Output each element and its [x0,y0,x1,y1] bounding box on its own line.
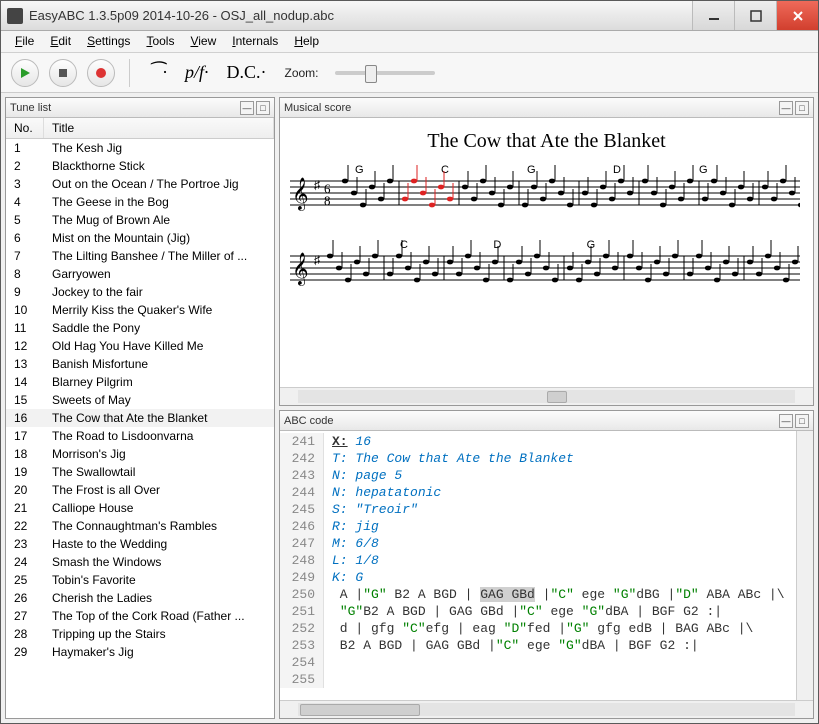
list-item[interactable]: 11Saddle the Pony [6,319,274,337]
panel-title: ABC code [284,415,334,427]
list-item[interactable]: 20The Frost is all Over [6,481,274,499]
panel-min-icon[interactable]: — [779,414,793,428]
menu-bar: FileEditSettingsToolsViewInternalsHelp [1,31,818,53]
svg-text:G: G [527,164,536,176]
menu-edit[interactable]: Edit [42,31,79,52]
list-item[interactable]: 29Haymaker's Jig [6,643,274,661]
tune-list-panel: Tune list — □ No. Title 1The Kesh Jig2Bl… [5,97,275,719]
svg-text:♯: ♯ [314,178,320,192]
score-panel: Musical score — □ The Cow that Ate the B… [279,97,814,406]
zoom-slider[interactable] [335,71,435,75]
code-hscroll[interactable] [280,700,813,718]
panel-title: Tune list [10,102,51,114]
window-title: EasyABC 1.3.5p09 2014-10-26 - OSJ_all_no… [29,8,692,23]
list-item[interactable]: 21Calliope House [6,499,274,517]
list-header[interactable]: No. Title [6,118,274,139]
code-header[interactable]: ABC code — □ [280,411,813,431]
menu-help[interactable]: Help [286,31,327,52]
svg-text:8: 8 [324,193,331,208]
svg-text:𝄞: 𝄞 [292,253,309,286]
title-bar[interactable]: EasyABC 1.3.5p09 2014-10-26 - OSJ_all_no… [1,1,818,31]
maximize-button[interactable] [734,1,776,30]
menu-internals[interactable]: Internals [224,31,286,52]
list-item[interactable]: 14Blarney Pilgrim [6,373,274,391]
play-button[interactable] [11,59,39,87]
staff: 𝄞 ♯ 68 GCGDG 𝄞 ♯ CDG [280,159,813,317]
list-item[interactable]: 8Garryowen [6,265,274,283]
svg-text:♯: ♯ [314,253,320,267]
tune-list[interactable]: 1The Kesh Jig2Blackthorne Stick3Out on t… [6,139,274,718]
list-item[interactable]: 25Tobin's Favorite [6,571,274,589]
list-item[interactable]: 23Haste to the Wedding [6,535,274,553]
menu-view[interactable]: View [182,31,224,52]
list-item[interactable]: 24Smash the Windows [6,553,274,571]
list-item[interactable]: 5The Mug of Brown Ale [6,211,274,229]
score-header[interactable]: Musical score — □ [280,98,813,118]
score-view[interactable]: The Cow that Ate the Blanket 𝄞 ♯ 68 GCGD… [280,118,813,387]
content-area: Tune list — □ No. Title 1The Kesh Jig2Bl… [1,93,818,723]
panel-max-icon[interactable]: □ [795,101,809,115]
ornament-button[interactable]: ⁀· [144,62,171,83]
code-editor[interactable]: 241X: 16242T: The Cow that Ate the Blank… [280,431,796,700]
menu-file[interactable]: File [7,31,42,52]
svg-text:D: D [493,239,501,251]
scroll-thumb[interactable] [300,704,420,716]
tune-list-header[interactable]: Tune list — □ [6,98,274,118]
code-vscroll[interactable] [796,431,813,700]
panel-title: Musical score [284,102,351,114]
separator [129,59,130,87]
svg-text:C: C [441,164,449,176]
panel-max-icon[interactable]: □ [795,414,809,428]
app-icon [7,8,23,24]
list-item[interactable]: 28Tripping up the Stairs [6,625,274,643]
list-item[interactable]: 15Sweets of May [6,391,274,409]
svg-text:D: D [613,164,621,176]
list-item[interactable]: 27The Top of the Cork Road (Father ... [6,607,274,625]
svg-text:C: C [400,239,408,251]
list-item[interactable]: 13Banish Misfortune [6,355,274,373]
svg-text:G: G [699,164,708,176]
staff-line-2: 𝄞 ♯ CDG [290,234,800,306]
list-item[interactable]: 19The Swallowtail [6,463,274,481]
svg-text:G: G [355,164,364,176]
list-item[interactable]: 7The Lilting Banshee / The Miller of ... [6,247,274,265]
list-item[interactable]: 3Out on the Ocean / The Portroe Jig [6,175,274,193]
dynamics-button[interactable]: p/f· [181,62,213,83]
scroll-thumb[interactable] [547,391,567,403]
list-item[interactable]: 4The Geese in the Bog [6,193,274,211]
score-hscroll[interactable] [280,387,813,405]
zoom-label: Zoom: [284,66,318,80]
list-item[interactable]: 18Morrison's Jig [6,445,274,463]
list-item[interactable]: 6Mist on the Mountain (Jig) [6,229,274,247]
toolbar: ⁀· p/f· D.C.· Zoom: [1,53,818,93]
code-panel: ABC code — □ 241X: 16242T: The Cow that … [279,410,814,719]
list-item[interactable]: 17The Road to Lisdoonvarna [6,427,274,445]
stop-button[interactable] [49,59,77,87]
panel-min-icon[interactable]: — [240,101,254,115]
list-item[interactable]: 10Merrily Kiss the Quaker's Wife [6,301,274,319]
minimize-button[interactable] [692,1,734,30]
record-button[interactable] [87,59,115,87]
col-title[interactable]: Title [44,118,274,138]
menu-settings[interactable]: Settings [79,31,138,52]
col-no[interactable]: No. [6,118,44,138]
list-item[interactable]: 16The Cow that Ate the Blanket [6,409,274,427]
list-item[interactable]: 9Jockey to the fair [6,283,274,301]
staff-line-1: 𝄞 ♯ 68 GCGDG [290,159,800,231]
menu-tools[interactable]: Tools [138,31,182,52]
panel-max-icon[interactable]: □ [256,101,270,115]
score-title: The Cow that Ate the Blanket [280,118,813,159]
list-item[interactable]: 22The Connaughtman's Rambles [6,517,274,535]
list-item[interactable]: 26Cherish the Ladies [6,589,274,607]
panel-min-icon[interactable]: — [779,101,793,115]
dacapo-button[interactable]: D.C.· [222,62,270,83]
svg-text:𝄞: 𝄞 [292,178,309,211]
app-window: EasyABC 1.3.5p09 2014-10-26 - OSJ_all_no… [0,0,819,724]
list-item[interactable]: 2Blackthorne Stick [6,157,274,175]
close-button[interactable] [776,1,818,30]
list-item[interactable]: 1The Kesh Jig [6,139,274,157]
list-item[interactable]: 12Old Hag You Have Killed Me [6,337,274,355]
zoom-thumb[interactable] [365,65,377,83]
